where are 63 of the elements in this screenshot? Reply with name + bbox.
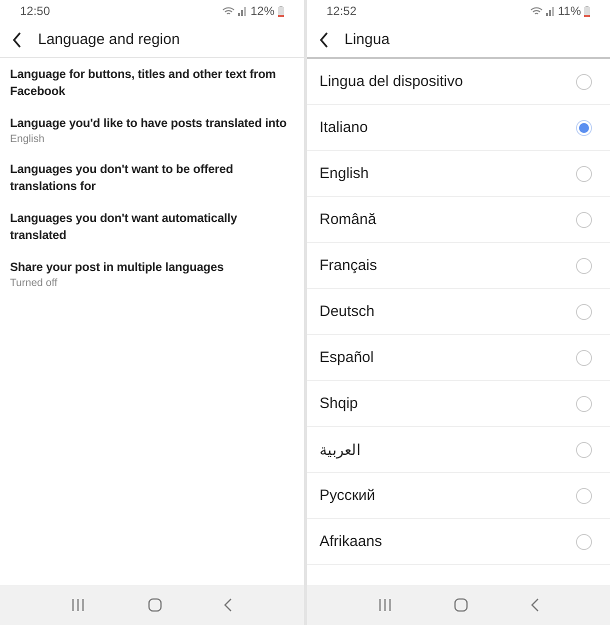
language-name: Italiano: [320, 119, 368, 136]
home-icon[interactable]: [148, 598, 162, 612]
home-icon[interactable]: [454, 598, 468, 612]
page-title: Language and region: [38, 31, 180, 48]
battery-percent: 12%: [250, 4, 274, 18]
status-time: 12:52: [326, 4, 357, 18]
radio-button[interactable]: [576, 212, 592, 228]
radio-button[interactable]: [576, 304, 592, 320]
language-name: Español: [320, 349, 374, 366]
language-option[interactable]: Shqip: [306, 381, 610, 427]
settings-item[interactable]: Language you'd like to have posts translated into English: [0, 107, 304, 153]
language-option[interactable]: Afrikaans: [306, 519, 610, 565]
settings-item-title: Languages you don't want automatically translated: [10, 210, 238, 244]
language-name: Română: [320, 211, 376, 228]
language-name: Français: [320, 257, 378, 274]
radio-button[interactable]: [576, 350, 592, 366]
radio-button[interactable]: [576, 442, 592, 458]
language-option[interactable]: Русский: [306, 473, 610, 519]
status-time: 12:50: [20, 4, 50, 18]
signal-icon: [546, 6, 555, 16]
settings-item-title: Language for buttons, titles and other text from Facebook: [10, 66, 277, 100]
settings-item[interactable]: Language for buttons, titles and other text from Facebook: [0, 58, 304, 107]
settings-item-value: Turned off: [10, 276, 58, 290]
language-option[interactable]: Lingua del dispositivo: [306, 59, 610, 105]
back-icon[interactable]: [318, 32, 328, 48]
language-name: Afrikaans: [320, 533, 382, 550]
language-option[interactable]: Italiano: [306, 105, 610, 151]
language-name: العربية: [320, 440, 360, 458]
radio-button[interactable]: [576, 396, 592, 412]
radio-button[interactable]: [576, 74, 592, 90]
settings-item-title: Language you'd like to have posts translated into: [10, 115, 288, 132]
radio-button[interactable]: [576, 488, 592, 504]
language-option[interactable]: English: [306, 151, 610, 197]
recent-apps-icon[interactable]: [378, 599, 392, 611]
language-option[interactable]: Español: [306, 335, 610, 381]
language-option[interactable]: Deutsch: [306, 289, 610, 335]
language-name: Lingua del dispositivo: [320, 73, 463, 90]
signal-icon: [238, 6, 248, 16]
back-icon[interactable]: [12, 32, 22, 48]
radio-button[interactable]: [576, 166, 592, 182]
settings-item-value: English: [10, 132, 46, 146]
radio-button[interactable]: [576, 258, 592, 274]
settings-item-title: Languages you don't want to be offered translations for: [10, 161, 234, 195]
language-option[interactable]: Français: [306, 243, 610, 289]
battery-icon: [278, 6, 284, 16]
language-name: Shqip: [320, 395, 358, 412]
language-option[interactable]: Română: [306, 197, 610, 243]
battery-icon: [584, 6, 590, 16]
radio-button[interactable]: [576, 120, 592, 136]
settings-item[interactable]: Languages you don't want automatically translated: [0, 202, 304, 251]
language-name: Deutsch: [320, 303, 375, 320]
battery-percent: 11%: [558, 4, 581, 18]
page-title: Lingua: [344, 31, 390, 48]
language-option[interactable]: العربية: [306, 427, 610, 473]
language-name: English: [320, 165, 369, 182]
settings-item-title: Share your post in multiple languages: [10, 259, 225, 276]
settings-item[interactable]: Languages you don't want to be offered translations for: [0, 153, 304, 202]
language-name: Русский: [320, 487, 376, 504]
radio-button[interactable]: [576, 534, 592, 550]
settings-item[interactable]: Share your post in multiple languages Turned off: [0, 251, 304, 297]
recent-apps-icon[interactable]: [71, 599, 86, 611]
wifi-icon: [222, 6, 236, 16]
wifi-icon: [530, 6, 543, 16]
